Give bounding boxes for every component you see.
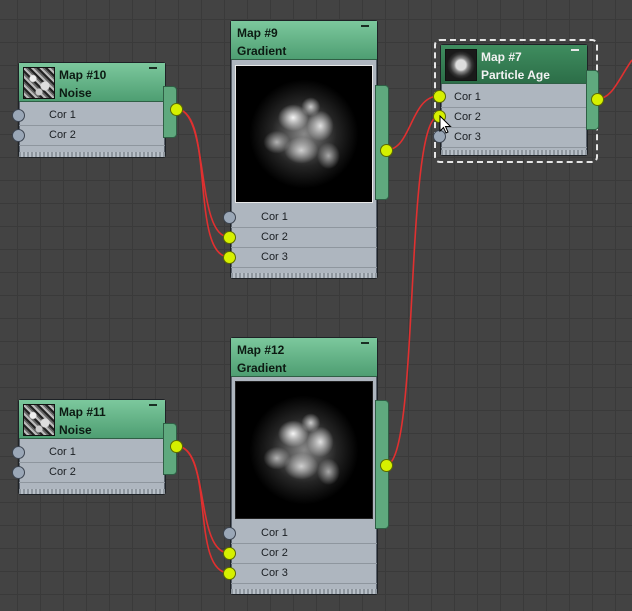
node-footer [231, 273, 377, 278]
slot-row[interactable]: Cor 3 [231, 247, 377, 268]
minimize-icon[interactable] [571, 49, 579, 51]
slot-label: Cor 2 [261, 547, 288, 559]
node-title: Map #12 [237, 343, 285, 357]
wire-map7-output [596, 59, 632, 100]
noise-thumbnail-icon [23, 67, 55, 99]
node-header[interactable]: Map #9 Gradient [231, 21, 377, 60]
minimize-icon[interactable] [361, 25, 369, 27]
node-footer [441, 150, 587, 155]
slot-row[interactable]: Cor 1 [441, 87, 587, 108]
gradient-preview-image [235, 381, 373, 519]
wire-map11-to-map12-cor3 [175, 445, 230, 574]
slot-label: Cor 1 [261, 211, 288, 223]
wire-map11-to-map12-cor2 [175, 445, 230, 554]
noise-thumbnail-icon [23, 404, 55, 436]
node-header[interactable]: Map #12 Gradient [231, 338, 377, 377]
map12-cor1-input-socket[interactable] [223, 527, 236, 540]
node-header[interactable]: Map #11 Noise [19, 400, 165, 439]
node-title: Map #11 [59, 405, 106, 419]
map12-output-socket[interactable] [380, 459, 393, 472]
node-map7-particle-age[interactable]: Map #7 Particle Age Cor 1 Cor 2 Cor 3 [440, 44, 588, 156]
map12-cor2-input-socket[interactable] [223, 547, 236, 560]
slot-row[interactable]: Cor 2 [19, 462, 165, 483]
slot-label: Cor 2 [49, 129, 76, 141]
map9-cor3-input-socket[interactable] [223, 251, 236, 264]
map10-cor1-input-socket[interactable] [12, 109, 25, 122]
slot-label: Cor 1 [49, 109, 76, 121]
slot-label: Cor 2 [261, 231, 288, 243]
map9-cor2-input-socket[interactable] [223, 231, 236, 244]
map10-cor2-input-socket[interactable] [12, 129, 25, 142]
slot-label: Cor 3 [261, 567, 288, 579]
node-title: Map #7 [481, 50, 522, 64]
map9-output-tab[interactable] [375, 85, 389, 200]
map11-cor2-input-socket[interactable] [12, 466, 25, 479]
slot-row[interactable]: Cor 2 [231, 543, 377, 564]
slot-label: Cor 2 [49, 466, 76, 478]
node-footer [231, 589, 377, 594]
node-header[interactable]: Map #7 Particle Age [441, 45, 587, 84]
node-subtitle: Gradient [237, 44, 287, 58]
wire-map12-to-map7-cor2 [385, 115, 440, 466]
map9-output-socket[interactable] [380, 144, 393, 157]
slot-label: Cor 1 [454, 91, 481, 103]
map11-cor1-input-socket[interactable] [12, 446, 25, 459]
slot-row[interactable]: Cor 1 [19, 105, 165, 126]
minimize-icon[interactable] [149, 404, 157, 406]
map9-cor1-input-socket[interactable] [223, 211, 236, 224]
gradient-preview-image [235, 65, 373, 203]
wire-map9-to-map7-cor1 [385, 95, 440, 151]
minimize-icon[interactable] [361, 342, 369, 344]
node-footer [19, 489, 165, 494]
node-map9-gradient[interactable]: Map #9 Gradient Cor 1 Cor 2 Cor 3 [230, 20, 378, 279]
node-title: Map #9 [237, 26, 278, 40]
minimize-icon[interactable] [149, 67, 157, 69]
slot-row[interactable]: Cor 3 [231, 563, 377, 584]
slot-row[interactable]: Cor 2 [441, 107, 587, 128]
mouse-cursor-icon [439, 115, 452, 134]
map7-output-socket[interactable] [591, 93, 604, 106]
slot-row[interactable]: Cor 2 [231, 227, 377, 248]
slot-label: Cor 3 [261, 251, 288, 263]
node-map12-gradient[interactable]: Map #12 Gradient Cor 1 Cor 2 Cor 3 [230, 337, 378, 595]
wire-map10-to-map9-cor2 [175, 108, 230, 238]
slot-label: Cor 3 [454, 131, 481, 143]
slot-row[interactable]: Cor 1 [19, 442, 165, 463]
slot-label: Cor 1 [261, 527, 288, 539]
node-title: Map #10 [59, 68, 107, 82]
map12-cor3-input-socket[interactable] [223, 567, 236, 580]
node-subtitle: Particle Age [481, 68, 550, 82]
map10-output-socket[interactable] [170, 103, 183, 116]
map7-cor1-input-socket[interactable] [433, 90, 446, 103]
slot-row[interactable]: Cor 3 [441, 127, 587, 148]
slot-label: Cor 2 [454, 111, 481, 123]
wire-map10-to-map9-cor3 [175, 108, 230, 258]
node-map11-noise[interactable]: Map #11 Noise Cor 1 Cor 2 [18, 399, 166, 495]
node-header[interactable]: Map #10 Noise [19, 63, 165, 102]
node-map10-noise[interactable]: Map #10 Noise Cor 1 Cor 2 [18, 62, 166, 158]
slot-row[interactable]: Cor 1 [231, 207, 377, 228]
slot-row[interactable]: Cor 1 [231, 523, 377, 544]
particle-age-thumbnail-icon [445, 49, 477, 81]
node-subtitle: Noise [59, 423, 92, 437]
map11-output-socket[interactable] [170, 440, 183, 453]
slot-row[interactable]: Cor 2 [19, 125, 165, 146]
node-subtitle: Gradient [237, 361, 287, 375]
node-subtitle: Noise [59, 86, 92, 100]
node-footer [19, 152, 165, 157]
slot-label: Cor 1 [49, 446, 76, 458]
